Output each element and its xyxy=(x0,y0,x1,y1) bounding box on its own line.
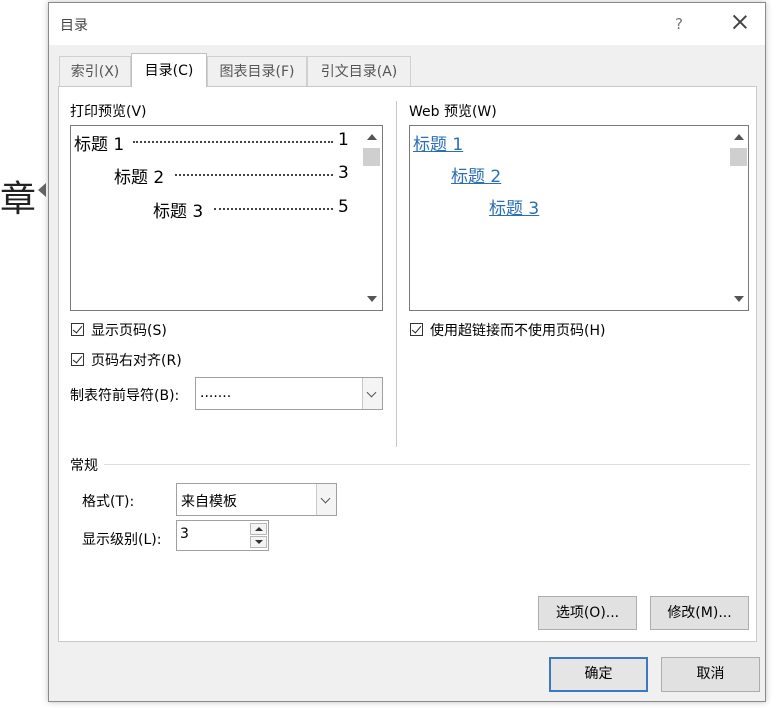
show-page-numbers-checkbox[interactable] xyxy=(71,323,84,336)
tab-leader-select[interactable]: ....... xyxy=(195,377,383,410)
help-icon[interactable]: ? xyxy=(675,15,683,33)
web-entry-2-link[interactable]: 标题 2 xyxy=(451,162,501,187)
show-page-numbers-label[interactable]: 显示页码(S) xyxy=(91,320,167,340)
chevron-down-icon[interactable] xyxy=(362,378,382,409)
print-entry-1-page: 1 xyxy=(338,130,349,150)
toc-panel: 打印预览(V) 标题 1 1 标题 2 3 标题 3 5 Web 预览(W) 标… xyxy=(58,86,757,642)
close-icon[interactable] xyxy=(729,11,751,33)
toc-dialog: 目录 ? 索引(X) 目录(C) 图表目录(F) 引文目录(A) 打印预览(V)… xyxy=(48,2,766,702)
cancel-button[interactable]: 取消 xyxy=(661,657,760,692)
scroll-thumb[interactable] xyxy=(730,148,747,166)
stepper-up-icon[interactable] xyxy=(250,523,267,535)
print-entry-2-leader xyxy=(175,174,333,176)
print-entry-3-page: 5 xyxy=(338,197,349,217)
use-hyperlinks-checkbox[interactable] xyxy=(410,323,423,336)
tab-leader-label: 制表符前导符(B): xyxy=(70,388,180,404)
stepper-down-icon[interactable] xyxy=(250,536,267,548)
web-preview-scrollbar[interactable] xyxy=(729,126,748,310)
scroll-up-icon[interactable] xyxy=(734,134,744,140)
levels-stepper[interactable]: 3 xyxy=(176,520,269,551)
print-entry-1-leader xyxy=(133,141,333,143)
dialog-title: 目录 xyxy=(60,18,88,34)
tab-toc[interactable]: 目录(C) xyxy=(131,53,207,87)
format-select[interactable]: 来自模板 xyxy=(176,483,337,516)
tab-citation-toc[interactable]: 引文目录(A) xyxy=(307,56,411,86)
print-entry-2-page: 3 xyxy=(338,163,349,183)
web-entry-1-link[interactable]: 标题 1 xyxy=(413,130,463,155)
web-preview-box: 标题 1 标题 2 标题 3 xyxy=(409,125,749,311)
scroll-down-icon[interactable] xyxy=(367,296,377,302)
column-divider xyxy=(396,101,397,447)
title-bar: 目录 ? xyxy=(49,3,765,45)
scroll-down-icon[interactable] xyxy=(734,296,744,302)
web-preview-label: Web 预览(W) xyxy=(409,104,497,120)
print-entry-3-leader xyxy=(214,208,333,210)
right-align-checkbox[interactable] xyxy=(71,353,84,366)
general-divider xyxy=(104,464,750,465)
print-preview-box: 标题 1 1 标题 2 3 标题 3 5 xyxy=(70,125,383,311)
background-arrow-icon xyxy=(38,183,46,197)
web-entry-3-link[interactable]: 标题 3 xyxy=(489,194,539,219)
right-align-label[interactable]: 页码右对齐(R) xyxy=(91,350,182,370)
options-button[interactable]: 选项(O)... xyxy=(538,596,637,630)
tab-index[interactable]: 索引(X) xyxy=(59,56,131,86)
format-label: 格式(T): xyxy=(82,494,135,510)
tab-leader-value: ....... xyxy=(200,385,232,401)
use-hyperlinks-label[interactable]: 使用超链接而不使用页码(H) xyxy=(430,320,605,340)
tab-figure-toc[interactable]: 图表目录(F) xyxy=(207,56,307,86)
print-entry-3-text: 标题 3 xyxy=(153,202,204,222)
modify-button[interactable]: 修改(M)... xyxy=(650,596,749,630)
scroll-up-icon[interactable] xyxy=(367,134,377,140)
print-preview-scrollbar[interactable] xyxy=(362,126,381,310)
print-entry-2-text: 标题 2 xyxy=(114,168,165,188)
levels-value[interactable]: 3 xyxy=(180,526,189,542)
chevron-down-icon[interactable] xyxy=(316,484,336,515)
levels-label: 显示级别(L): xyxy=(82,532,162,548)
print-preview-label: 打印预览(V) xyxy=(70,104,147,120)
scroll-thumb[interactable] xyxy=(363,148,380,166)
print-entry-1-text: 标题 1 xyxy=(74,135,125,155)
general-label: 常规 xyxy=(70,458,98,474)
ok-button[interactable]: 确定 xyxy=(549,657,648,692)
background-chapter-char: 章 xyxy=(0,179,37,220)
format-value: 来自模板 xyxy=(181,494,237,510)
